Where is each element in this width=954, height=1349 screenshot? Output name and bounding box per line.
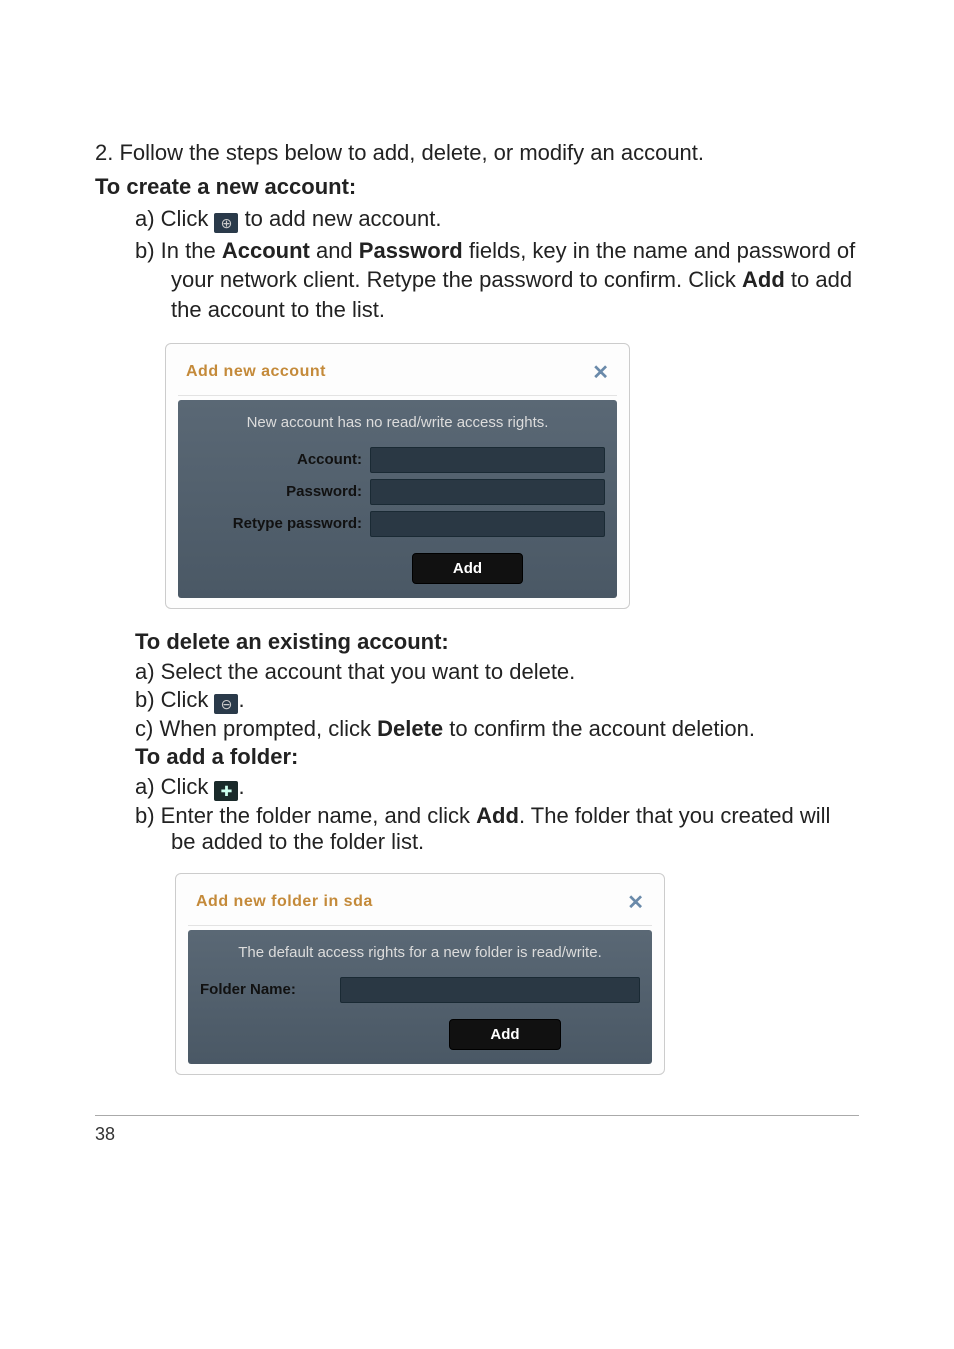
retype-password-label: Retype password: [190,515,370,532]
add-folder-dialog: Add new folder in sda ✕ The default acce… [175,873,665,1075]
retype-password-input[interactable] [370,511,605,537]
password-label: Password: [190,483,370,500]
add-folder-heading: To add a folder: [135,744,859,770]
account-input[interactable] [370,447,605,473]
delete-step-c: c) When prompted, click Delete to confir… [135,716,859,742]
create-account-heading: To create a new account: [95,174,859,200]
delete-step-a: a) Select the account that you want to d… [135,659,859,685]
step-2-text: 2. Follow the steps below to add, delete… [95,140,859,166]
dialog-title: Add new folder in sda [196,893,373,911]
add-button[interactable]: Add [412,553,523,584]
delete-account-heading: To delete an existing account: [135,629,859,655]
minus-icon: ⊖ [214,694,238,714]
password-input[interactable] [370,479,605,505]
create-step-a: a) Click ⊕ to add new account. [135,204,859,234]
dialog-title: Add new account [186,363,326,381]
dialog-message: New account has no read/write access rig… [190,410,605,441]
delete-step-b: b) Click ⊖. [135,687,859,714]
create-step-b: b) In the Account and Password fields, k… [135,236,859,325]
dialog-message: The default access rights for a new fold… [200,940,640,971]
folder-name-input[interactable] [340,977,640,1003]
folder-step-a: a) Click ✚. [135,774,859,801]
add-button[interactable]: Add [449,1019,560,1050]
add-folder-icon: ✚ [214,781,238,801]
folder-step-b: b) Enter the folder name, and click Add.… [135,803,859,855]
page-number: 38 [95,1124,115,1144]
account-label: Account: [190,451,370,468]
close-icon[interactable]: ✕ [627,890,644,915]
plus-icon: ⊕ [214,213,238,233]
close-icon[interactable]: ✕ [592,360,609,385]
folder-name-label: Folder Name: [200,981,340,998]
add-account-dialog: Add new account ✕ New account has no rea… [165,343,630,609]
